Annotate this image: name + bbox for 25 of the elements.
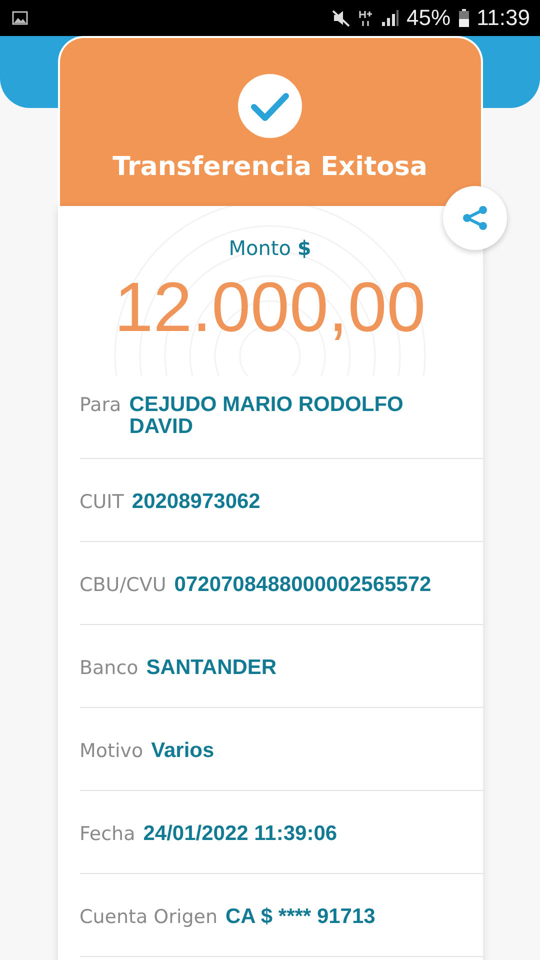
detail-label: Banco <box>80 657 138 679</box>
network-type-icon <box>358 9 373 27</box>
detail-label: Cuenta Origen <box>80 906 218 928</box>
detail-label: Motivo <box>80 740 144 762</box>
battery-percentage: 45% <box>406 5 451 31</box>
image-icon <box>12 11 28 25</box>
success-title: Transferencia Exitosa <box>112 152 428 182</box>
detail-value: Varios <box>151 740 214 762</box>
detail-label: Fecha <box>80 823 136 845</box>
signal-icon <box>380 9 399 27</box>
amount-label: Monto $ <box>228 236 312 260</box>
detail-value: 20208973062 <box>132 491 260 514</box>
amount-value: 12.000,00 <box>114 272 426 342</box>
detail-label: CBU/CVU <box>80 574 166 596</box>
detail-value: CA $ **** 91713 <box>226 906 376 928</box>
clock-time: 11:39 <box>476 5 530 31</box>
detail-label: CUIT <box>80 491 124 513</box>
detail-value: SANTANDER <box>146 657 277 680</box>
mute-icon <box>330 9 351 27</box>
checkmark-icon <box>238 74 302 138</box>
detail-value: 24/01/2022 11:39:06 <box>143 823 338 846</box>
detail-value: CEJUDO MARIO RODOLFO DAVID <box>129 394 404 438</box>
battery-icon <box>458 9 469 27</box>
detail-value: 0720708488000002565572 <box>174 574 432 596</box>
detail-label: Para <box>80 394 122 416</box>
